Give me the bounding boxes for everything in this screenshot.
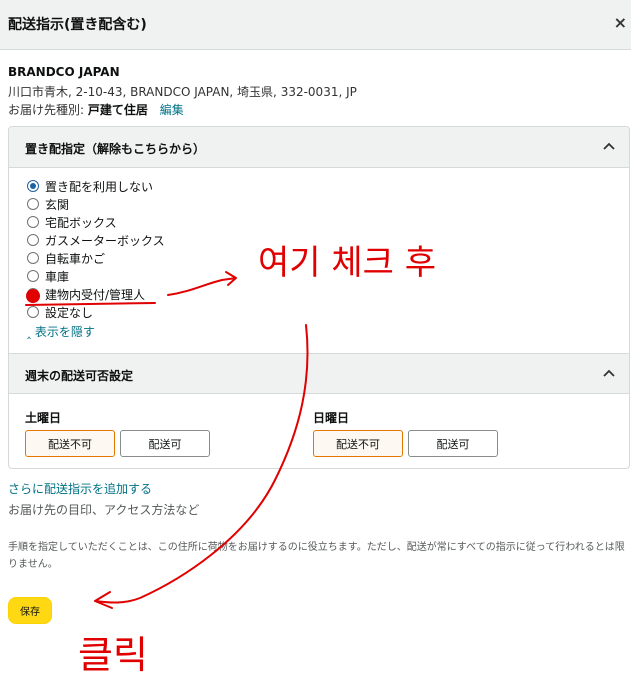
chevron-up-icon[interactable] xyxy=(601,138,617,154)
radio-button[interactable] xyxy=(27,252,39,264)
option-label: 自転車かご xyxy=(45,251,106,266)
option-label: 建物内受付/管理人 xyxy=(45,287,146,302)
instructions-note: 手順を指定していただくことは、この住所に荷物をお届けするのに役立ちます。ただし、… xyxy=(8,542,625,570)
sunday-delivery-button[interactable]: 配送可 xyxy=(408,430,498,457)
sunday-label: 日曜日 xyxy=(313,411,350,425)
delivery-instructions-panel: 置き配指定（解除もこちらから） 置き配を利用しない 玄関 宅配ボックス ガスメー… xyxy=(8,126,630,469)
option-label: 車庫 xyxy=(45,269,70,284)
drop-off-section-header[interactable]: 置き配指定（解除もこちらから） xyxy=(9,127,629,168)
dialog-header: 配送指示(置き配含む) × xyxy=(0,0,631,50)
add-instructions-subtext: お届け先の目印、アクセス方法など xyxy=(8,503,200,517)
chevron-up-icon[interactable] xyxy=(601,365,617,381)
option-gas-meter-box[interactable]: ガスメーターボックス xyxy=(27,231,165,249)
drop-off-section-title: 置き配指定（解除もこちらから） xyxy=(25,142,206,156)
option-front-door[interactable]: 玄関 xyxy=(27,195,165,213)
option-label: 置き配を利用しない xyxy=(45,179,154,194)
annotation-text-bottom: 클릭 xyxy=(78,633,148,677)
radio-button[interactable] xyxy=(27,180,39,192)
weekend-section-title: 週末の配送可否設定 xyxy=(25,369,134,383)
saturday-no-delivery-button[interactable]: 配送不可 xyxy=(25,430,115,457)
option-delivery-box[interactable]: 宅配ボックス xyxy=(27,213,165,231)
saturday-delivery-button[interactable]: 配送可 xyxy=(120,430,210,457)
close-icon[interactable]: × xyxy=(614,13,627,32)
option-no-dropoff[interactable]: 置き配を利用しない xyxy=(27,177,165,195)
add-instructions-link[interactable]: さらに配送指示を追加する xyxy=(8,480,152,497)
radio-button[interactable] xyxy=(27,216,39,228)
radio-button[interactable] xyxy=(27,234,39,246)
address-line: 川口市青木, 2-10-43, BRANDCO JAPAN, 埼玉県, 332-… xyxy=(8,85,357,99)
sunday-no-delivery-button[interactable]: 配送不可 xyxy=(313,430,403,457)
radio-button[interactable] xyxy=(27,288,39,300)
option-label: 宅配ボックス xyxy=(45,215,117,230)
option-label: 設定なし xyxy=(45,305,94,320)
address-name: BRANDCO JAPAN xyxy=(8,65,120,79)
address-type-value: 戸建て住居 xyxy=(87,103,148,117)
radio-button[interactable] xyxy=(27,306,39,318)
option-label: 玄関 xyxy=(45,197,70,212)
hide-options-link[interactable]: ‸ 表示を隠す xyxy=(27,323,95,340)
weekend-section-header[interactable]: 週末の配送可否設定 xyxy=(9,353,629,394)
address-type-row: お届け先種別: 戸建て住居 編集 xyxy=(8,101,184,118)
option-no-setting[interactable]: 設定なし xyxy=(27,303,165,321)
saturday-label: 土曜日 xyxy=(25,411,62,425)
dialog-title: 配送指示(置き配含む) xyxy=(8,17,147,33)
option-bicycle-basket[interactable]: 自転車かご xyxy=(27,249,165,267)
option-building-reception[interactable]: 建物内受付/管理人 xyxy=(27,285,165,303)
save-button[interactable]: 保存 xyxy=(8,597,52,624)
drop-off-options: 置き配を利用しない 玄関 宅配ボックス ガスメーターボックス 自転車かご 車庫 … xyxy=(27,177,165,321)
edit-link[interactable]: 編集 xyxy=(160,103,184,117)
option-label: ガスメーターボックス xyxy=(45,233,165,248)
address-type-label: お届け先種別: xyxy=(8,103,85,117)
option-garage[interactable]: 車庫 xyxy=(27,267,165,285)
radio-button[interactable] xyxy=(27,270,39,282)
radio-button[interactable] xyxy=(27,198,39,210)
